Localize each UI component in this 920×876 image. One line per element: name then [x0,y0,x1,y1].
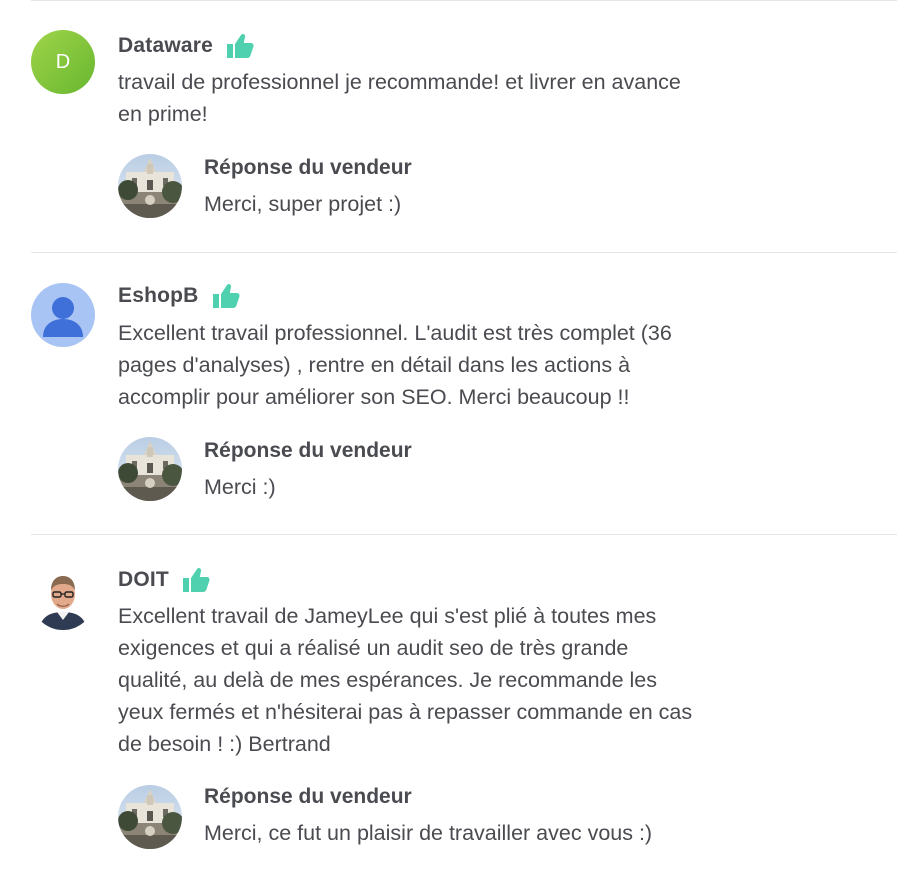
review-comment: travail de professionnel je recommande! … [118,66,768,130]
avatar[interactable] [31,283,95,347]
review-comment: Excellent travail professionnel. L'audit… [118,317,768,413]
comment-line: qualité, au delà de mes espérances. Je r… [118,668,658,692]
avatar[interactable]: D [31,30,95,94]
comment-line: pages d'analyses) , rentre en détail dan… [118,353,631,377]
reviewer-username[interactable]: EshopB [118,284,199,308]
avatar-letter: D [55,50,71,73]
reviewer-name-row: DOIT [118,566,211,594]
seller-photo-image [118,154,182,218]
thumbs-up-icon [226,33,254,58]
comment-line: travail de professionnel je recommande! … [118,70,681,94]
avatar[interactable] [31,566,95,630]
comment-line: en prime! [118,102,208,126]
comment-line: de besoin ! :) Bertrand [118,732,331,756]
review-divider [31,252,897,253]
seller-avatar[interactable] [118,154,182,218]
comment-line: exigences et qui a réalisé un audit seo … [118,636,629,660]
comment-line: accomplir pour améliorer son SEO. Merci … [118,385,630,409]
reviewer-username[interactable]: Dataware [118,34,213,58]
thumbs-up-icon [182,567,210,592]
default-user-icon [43,297,83,337]
top-divider [31,0,897,1]
reviewer-name-row: Dataware [118,32,255,60]
user-photo-image [31,566,95,630]
reviewer-name-row: EshopB [118,282,241,310]
seller-reply-text: Merci, ce fut un plaisir de travailler a… [204,821,653,845]
review-comment: Excellent travail de JameyLee qui s'est … [118,600,768,760]
reviewer-username[interactable]: DOIT [118,568,169,592]
seller-photo-image [118,785,182,849]
comment-line: yeux fermés et n'hésiterai pas à repasse… [118,700,693,724]
seller-reply-title: Réponse du vendeur [204,156,412,179]
comment-line: Excellent travail professionnel. L'audit… [118,321,672,345]
seller-photo-image [118,437,182,501]
comment-line: Excellent travail de JameyLee qui s'est … [118,604,657,628]
seller-avatar[interactable] [118,785,182,849]
seller-reply-title: Réponse du vendeur [204,785,412,808]
thumbs-up-icon [212,283,240,308]
seller-avatar[interactable] [118,437,182,501]
seller-reply-title: Réponse du vendeur [204,439,412,462]
seller-reply-text: Merci, super projet :) [204,192,402,216]
review-divider [31,534,897,535]
seller-reply-text: Merci :) [204,475,276,499]
